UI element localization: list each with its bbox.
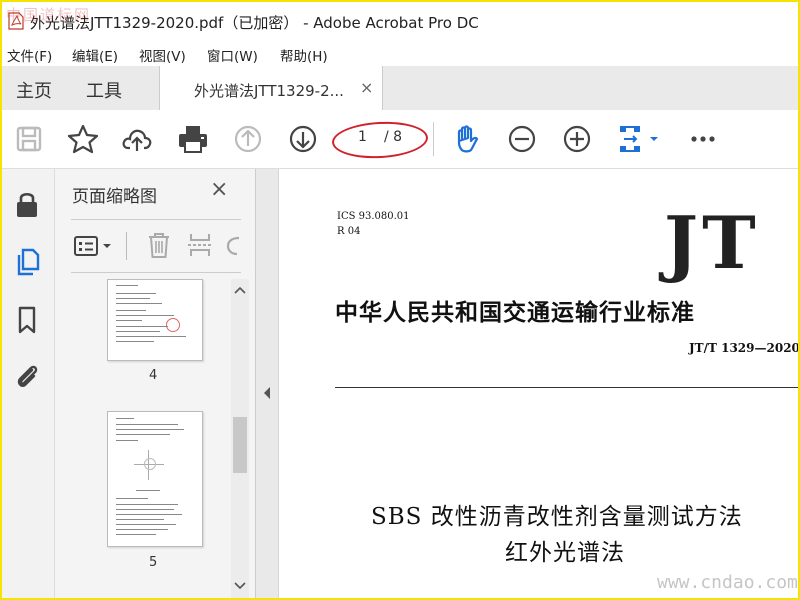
tab-tools[interactable]: 工具	[86, 77, 122, 103]
thumbnail-stamp	[166, 318, 180, 332]
app-window: 外光谱法JTT1329-2020.pdf（已加密） - Adobe Acroba…	[0, 0, 800, 600]
toolbar: 1 / 8	[2, 110, 798, 169]
left-rail	[2, 169, 55, 598]
hand-icon[interactable]	[450, 122, 484, 156]
lock-icon[interactable]	[12, 189, 42, 219]
document-view[interactable]: ICS 93.080.01 R 04 JT 中华人民共和国交通运输行业标准 JT…	[279, 169, 798, 598]
title-bar: 外光谱法JTT1329-2020.pdf（已加密） - Adobe Acroba…	[2, 2, 798, 40]
print-icon[interactable]	[176, 122, 210, 156]
watermark-bottom: www.cndao.com	[657, 572, 798, 593]
doc-r: R 04	[337, 226, 361, 237]
page-thumbnail-4[interactable]	[107, 279, 203, 361]
panel-tools-divider	[126, 232, 127, 260]
scroll-down-icon[interactable]	[234, 581, 246, 591]
tab-close-button[interactable]: ×	[360, 78, 373, 97]
doc-standard-title: 中华人民共和国交通运输行业标准	[335, 299, 695, 326]
pages-icon[interactable]	[12, 247, 42, 277]
red-annotation-oval	[331, 119, 429, 161]
thumbnails-panel: 页面缩略图 × 4 5	[55, 169, 256, 598]
rotate-page-icon[interactable]	[225, 232, 241, 260]
tab-document[interactable]: 外光谱法JTT1329-2... ×	[159, 66, 383, 111]
zoom-in-icon[interactable]	[560, 122, 594, 156]
page-up-icon[interactable]	[231, 122, 265, 156]
page-number-4: 4	[149, 368, 158, 383]
panel-title: 页面缩略图	[72, 187, 157, 207]
scrollbar-thumb[interactable]	[233, 417, 247, 473]
menu-view[interactable]: 视图(V)	[139, 45, 186, 65]
panel-close-button[interactable]: ×	[210, 177, 228, 202]
menu-file[interactable]: 文件(F)	[7, 45, 52, 65]
tab-bar: 主页 工具 外光谱法JTT1329-2... ×	[2, 66, 798, 111]
attachment-icon[interactable]	[12, 361, 42, 391]
fit-page-icon[interactable]	[614, 122, 662, 156]
page-thumbnail-5[interactable]	[107, 411, 203, 547]
tab-home[interactable]: 主页	[16, 77, 52, 103]
delete-page-icon[interactable]	[145, 230, 173, 260]
watermark-top: 中国道标网	[6, 6, 92, 24]
more-icon[interactable]	[686, 122, 720, 156]
toolbar-divider	[433, 122, 434, 156]
collapse-arrow-icon[interactable]	[262, 386, 272, 400]
doc-standard-code: JT/T 1329—2020	[689, 341, 800, 355]
tab-document-label: 外光谱法JTT1329-2...	[194, 82, 344, 100]
page-down-icon[interactable]	[286, 122, 320, 156]
thumbnail-options-icon[interactable]	[73, 234, 113, 258]
doc-title-line1: SBS 改性沥青改性剂含量测试方法	[371, 504, 743, 530]
page-number-5: 5	[149, 555, 158, 570]
star-icon[interactable]	[66, 122, 100, 156]
panel-collapse-strip[interactable]	[256, 169, 279, 598]
panel-toolbar	[71, 219, 241, 273]
doc-rule	[335, 387, 798, 388]
doc-classification: ICS 93.080.01 R 04	[337, 209, 410, 239]
menu-window[interactable]: 窗口(W)	[207, 45, 258, 65]
thumbnail-scrollbar[interactable]	[231, 279, 249, 598]
menu-help[interactable]: 帮助(H)	[280, 45, 328, 65]
menu-bar: 文件(F) 编辑(E) 视图(V) 窗口(W) 帮助(H)	[2, 40, 798, 66]
upload-icon[interactable]	[120, 122, 154, 156]
doc-title-line2: 红外光谱法	[505, 540, 625, 566]
scroll-up-icon[interactable]	[234, 285, 246, 295]
save-icon[interactable]	[12, 122, 46, 156]
menu-edit[interactable]: 编辑(E)	[72, 45, 118, 65]
window-title: 外光谱法JTT1329-2020.pdf（已加密） - Adobe Acroba…	[30, 14, 479, 32]
extract-page-icon[interactable]	[186, 230, 214, 260]
bookmark-icon[interactable]	[12, 305, 42, 335]
thumbnail-list: 4 5	[55, 279, 233, 598]
zoom-out-icon[interactable]	[505, 122, 539, 156]
doc-jt-logo: JT	[664, 200, 760, 285]
doc-ics: ICS 93.080.01	[337, 211, 410, 222]
